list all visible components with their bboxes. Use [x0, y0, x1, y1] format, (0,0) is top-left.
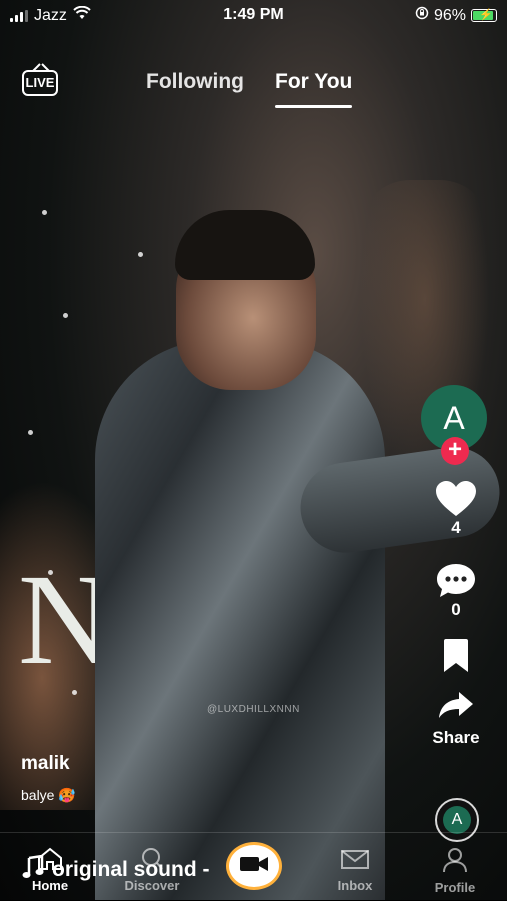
share-label: Share	[432, 728, 480, 747]
sparkle	[28, 430, 33, 435]
nav-profile-label: Profile	[434, 880, 476, 895]
nav-home[interactable]: Home	[10, 847, 90, 893]
home-icon	[37, 847, 63, 874]
bookmark-button[interactable]	[421, 638, 491, 674]
follow-button[interactable]: +	[441, 437, 469, 465]
creator-avatar[interactable]: A +	[421, 385, 489, 465]
video-description: balye 🥵	[21, 787, 76, 803]
feed-tabs: Following For You	[0, 70, 507, 110]
share-icon	[421, 690, 491, 720]
profile-icon	[442, 848, 468, 876]
nav-discover-label: Discover	[124, 878, 180, 893]
active-tab-indicator	[275, 105, 352, 108]
status-right: 96% ⚡	[415, 6, 497, 25]
comment-button[interactable]: 0	[421, 562, 491, 620]
comment-count: 0	[451, 600, 461, 619]
heart-icon	[421, 480, 491, 518]
sparkle	[138, 252, 143, 257]
inbox-icon	[340, 850, 370, 874]
like-count: 4	[451, 518, 461, 537]
tab-for-you[interactable]: For You	[275, 70, 353, 108]
nav-inbox[interactable]: Inbox	[315, 847, 395, 893]
video-caption: malik balye 🥵	[21, 753, 76, 804]
tab-for-you-label: For You	[275, 70, 353, 93]
comment-icon	[421, 562, 491, 600]
orientation-lock-icon	[415, 6, 429, 25]
nav-profile[interactable]: Profile	[415, 847, 495, 895]
battery-charging-icon: ⚡	[471, 9, 497, 22]
nav-home-label: Home	[31, 878, 69, 893]
search-icon	[139, 848, 165, 874]
share-button[interactable]: Share	[421, 690, 491, 748]
sound-disc-avatar: A	[443, 806, 471, 834]
like-button[interactable]: 4	[421, 480, 491, 538]
status-bar: Jazz 1:49 PM 96% ⚡	[0, 0, 507, 30]
create-button[interactable]	[226, 842, 282, 890]
sparkle	[48, 570, 53, 575]
sparkle	[63, 313, 68, 318]
sparkle	[72, 690, 77, 695]
tab-following[interactable]: Following	[146, 70, 244, 94]
bookmark-icon	[421, 638, 491, 674]
video-subject-body	[95, 340, 385, 900]
creator-username[interactable]: malik	[21, 753, 76, 775]
nav-inbox-label: Inbox	[337, 878, 373, 893]
battery-percent: 96%	[433, 6, 466, 24]
sparkle	[42, 210, 47, 215]
video-camera-icon	[239, 854, 269, 879]
nav-discover[interactable]: Discover	[112, 847, 192, 893]
video-subject-hair	[175, 210, 315, 280]
video-watermark: @LUXDHILLXNNN	[207, 704, 300, 715]
